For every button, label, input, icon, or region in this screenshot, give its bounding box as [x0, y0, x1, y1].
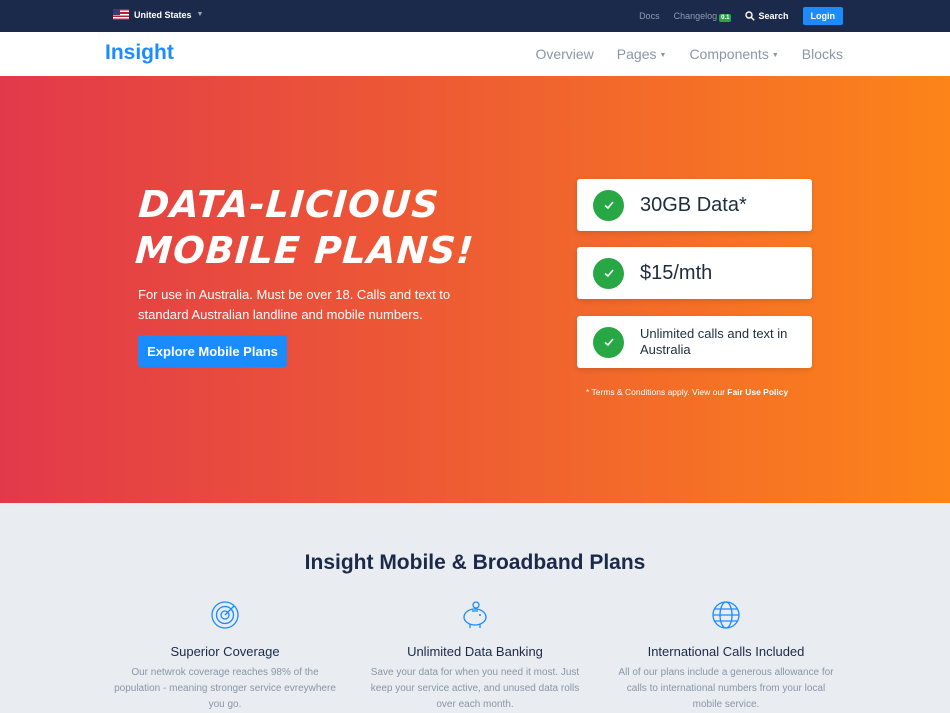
plan-item: Superior Coverage Our netwrok coverage r… — [110, 600, 340, 713]
country-label: United States — [134, 9, 192, 20]
explore-plans-button[interactable]: Explore Mobile Plans — [138, 335, 287, 367]
feature-card-data: 30GB Data* — [577, 179, 812, 231]
changelog-link[interactable]: Changelog 0.1 — [673, 11, 732, 22]
plan-description: All of our plans include a generous allo… — [618, 667, 834, 710]
piggy-bank-icon — [463, 601, 487, 628]
target-icon — [211, 601, 239, 629]
terms-text: * Terms & Conditions apply. View our — [586, 387, 728, 397]
hero-title-line-2: mobile plans! — [133, 229, 476, 272]
caret-down-icon: ▼ — [196, 11, 204, 18]
plan-item: Unlimited Data Banking Save your data fo… — [360, 600, 590, 713]
docs-link[interactable]: Docs — [639, 11, 660, 21]
fair-use-policy-link[interactable]: Fair Use Policy — [727, 387, 788, 397]
plan-title: International Calls Included — [647, 644, 805, 659]
check-icon — [593, 189, 624, 221]
hero-title-line-1: Data-licious — [137, 183, 441, 226]
us-flag-icon — [113, 9, 129, 20]
feature-card-price: $15/mth — [577, 247, 812, 299]
nav-item-overview[interactable]: Overview — [535, 46, 593, 62]
feature-label: $15/mth — [640, 261, 713, 284]
plans-section-title: Insight Mobile & Broadband Plans — [304, 551, 646, 574]
globe-icon — [712, 601, 740, 629]
plan-description: Our netwrok coverage reaches 98% of the … — [114, 667, 336, 710]
changelog-label: Changelog — [673, 11, 718, 21]
country-selector[interactable]: United States ▼ — [113, 9, 203, 20]
feature-card-calls: Unlimited calls and text in Australia — [577, 316, 812, 368]
plan-item: International Calls Included All of our … — [611, 600, 841, 713]
top-utility-bar: United States ▼ Docs Changelog 0.1 Search… — [0, 0, 950, 32]
terms-note: * Terms & Conditions apply. View our Fai… — [586, 387, 788, 397]
plan-description: Save your data for when you need it most… — [370, 667, 580, 710]
plan-title: Superior Coverage — [170, 644, 280, 659]
check-icon — [593, 326, 624, 358]
main-navbar: Insight Overview Pages ▼ Components ▼ Bloc… — [0, 32, 950, 76]
brand-logo[interactable]: Insight — [105, 41, 174, 65]
plan-title: Unlimited Data Banking — [407, 644, 543, 659]
changelog-version-badge: 0.1 — [719, 14, 732, 22]
search-icon — [745, 11, 756, 21]
login-button[interactable]: Login — [802, 7, 843, 25]
check-icon — [593, 257, 624, 289]
caret-down-icon: ▼ — [659, 51, 667, 59]
nav-item-blocks[interactable]: Blocks — [802, 46, 843, 62]
search-link[interactable]: Search — [745, 11, 789, 21]
nav-item-pages[interactable]: Pages ▼ — [617, 46, 667, 62]
nav-item-pages-label: Pages — [616, 46, 657, 62]
hero-section: Data-licious mobile plans! For use in Au… — [0, 76, 950, 503]
main-nav: Overview Pages ▼ Components ▼ Blocks — [535, 46, 843, 62]
feature-label: 30GB Data* — [640, 193, 747, 216]
search-label: Search — [758, 11, 789, 21]
hero-subtitle: For use in Australia. Must be over 18. C… — [138, 287, 451, 322]
hero-title: Data-licious mobile plans! — [134, 182, 500, 274]
feature-label: Unlimited calls and text in Australia — [640, 326, 788, 357]
caret-down-icon: ▼ — [771, 51, 779, 59]
nav-item-components[interactable]: Components ▼ — [689, 46, 778, 62]
nav-item-components-label: Components — [689, 46, 769, 62]
